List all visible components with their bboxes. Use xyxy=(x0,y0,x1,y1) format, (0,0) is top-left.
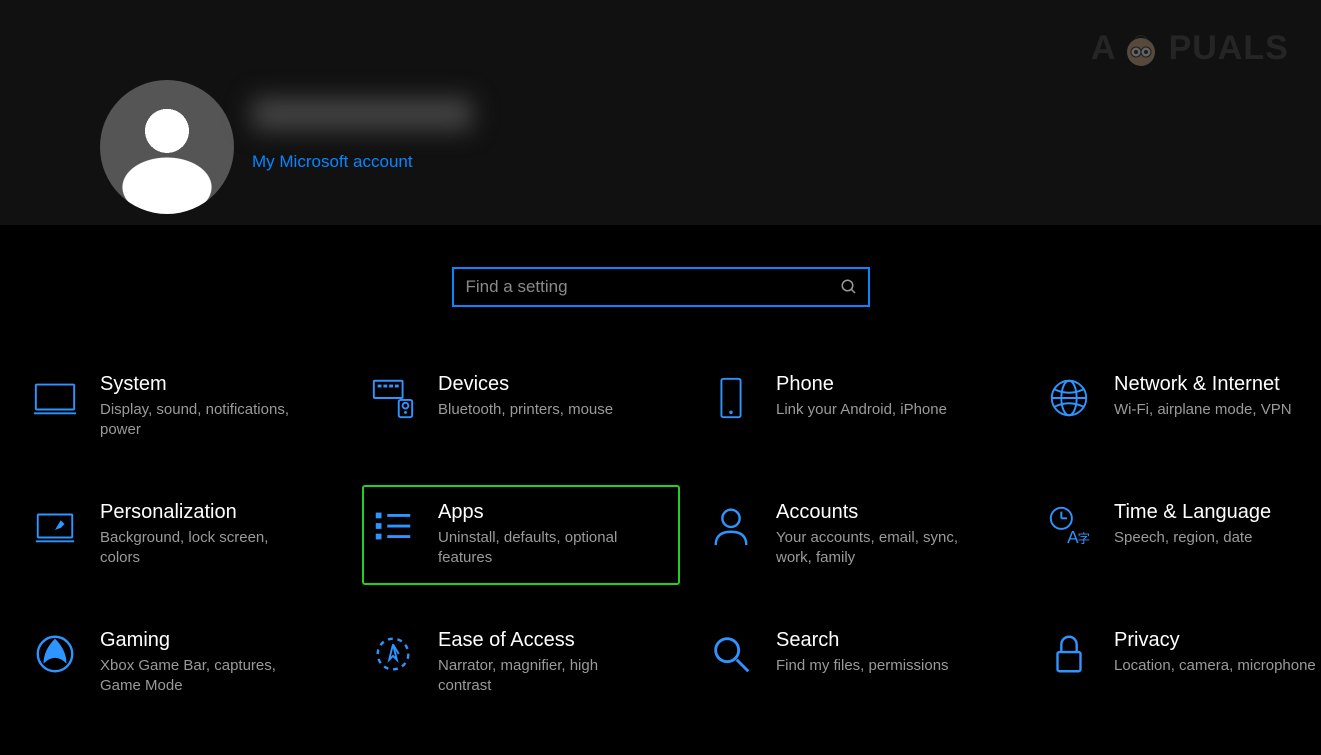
network-icon xyxy=(1046,375,1092,421)
tile-gaming[interactable]: Gaming Xbox Game Bar, captures, Game Mode xyxy=(24,613,342,713)
tile-title: System xyxy=(100,373,310,396)
tile-phone[interactable]: Phone Link your Android, iPhone xyxy=(700,357,1018,457)
search-icon xyxy=(708,631,754,677)
tile-title: Privacy xyxy=(1114,629,1316,652)
tile-system[interactable]: System Display, sound, notifications, pow… xyxy=(24,357,342,457)
search-box xyxy=(452,267,870,307)
watermark-text-a: A xyxy=(1091,29,1117,68)
tile-ease[interactable]: Ease of Access Narrator, magnifier, high … xyxy=(362,613,680,713)
gaming-icon xyxy=(32,631,78,677)
tile-text: Personalization Background, lock screen, … xyxy=(100,499,310,569)
tile-desc: Link your Android, iPhone xyxy=(776,400,947,420)
phone-icon xyxy=(708,375,754,421)
tile-text: Network & Internet Wi-Fi, airplane mode, … xyxy=(1114,371,1292,420)
tile-privacy[interactable]: Privacy Location, camera, microphone xyxy=(1038,613,1321,713)
tile-text: Ease of Access Narrator, magnifier, high … xyxy=(438,627,648,697)
tile-title: Time & Language xyxy=(1114,501,1271,524)
tile-desc: Your accounts, email, sync, work, family xyxy=(776,528,986,569)
tile-desc: Speech, region, date xyxy=(1114,528,1271,548)
tile-title: Phone xyxy=(776,373,947,396)
system-icon xyxy=(32,375,78,421)
settings-header: My Microsoft account A PUALS xyxy=(0,0,1321,225)
watermark-text-b: PUALS xyxy=(1169,29,1289,68)
tile-desc: Location, camera, microphone xyxy=(1114,656,1316,676)
tile-text: Privacy Location, camera, microphone xyxy=(1114,627,1316,676)
ease-icon xyxy=(370,631,416,677)
tile-personalization[interactable]: Personalization Background, lock screen, … xyxy=(24,485,342,585)
tile-desc: Find my files, permissions xyxy=(776,656,949,676)
tile-time[interactable]: Time & Language Speech, region, date xyxy=(1038,485,1321,585)
privacy-icon xyxy=(1046,631,1092,677)
tile-apps[interactable]: Apps Uninstall, defaults, optional featur… xyxy=(362,485,680,585)
tile-text: Gaming Xbox Game Bar, captures, Game Mode xyxy=(100,627,310,697)
personalization-icon xyxy=(32,503,78,549)
tile-search[interactable]: Search Find my files, permissions xyxy=(700,613,1018,713)
apps-icon xyxy=(370,503,416,549)
tile-desc: Xbox Game Bar, captures, Game Mode xyxy=(100,656,310,697)
tile-desc: Uninstall, defaults, optional features xyxy=(438,528,648,569)
tile-text: Devices Bluetooth, printers, mouse xyxy=(438,371,613,420)
tile-accounts[interactable]: Accounts Your accounts, email, sync, work… xyxy=(700,485,1018,585)
account-info: My Microsoft account xyxy=(252,80,472,172)
tile-title: Search xyxy=(776,629,949,652)
tile-text: System Display, sound, notifications, pow… xyxy=(100,371,310,441)
accounts-icon xyxy=(708,503,754,549)
search-row xyxy=(0,225,1321,357)
tile-title: Accounts xyxy=(776,501,986,524)
tile-title: Ease of Access xyxy=(438,629,648,652)
time-icon xyxy=(1046,503,1092,549)
tile-title: Gaming xyxy=(100,629,310,652)
microsoft-account-link[interactable]: My Microsoft account xyxy=(252,152,413,171)
tile-title: Personalization xyxy=(100,501,310,524)
tile-desc: Narrator, magnifier, high contrast xyxy=(438,656,648,697)
tile-text: Search Find my files, permissions xyxy=(776,627,949,676)
account-name-blurred xyxy=(252,98,472,130)
settings-grid: System Display, sound, notifications, pow… xyxy=(0,357,1321,713)
tile-desc: Display, sound, notifications, power xyxy=(100,400,310,441)
devices-icon xyxy=(370,375,416,421)
tile-desc: Background, lock screen, colors xyxy=(100,528,310,569)
mascot-icon xyxy=(1117,24,1165,72)
tile-text: Time & Language Speech, region, date xyxy=(1114,499,1271,548)
search-input[interactable] xyxy=(452,267,870,307)
tile-title: Apps xyxy=(438,501,648,524)
tile-title: Devices xyxy=(438,373,613,396)
tile-devices[interactable]: Devices Bluetooth, printers, mouse xyxy=(362,357,680,457)
tile-text: Apps Uninstall, defaults, optional featur… xyxy=(438,499,648,569)
tile-network[interactable]: Network & Internet Wi-Fi, airplane mode, … xyxy=(1038,357,1321,457)
tile-text: Phone Link your Android, iPhone xyxy=(776,371,947,420)
appuals-watermark: A PUALS xyxy=(1091,20,1301,76)
tile-desc: Wi-Fi, airplane mode, VPN xyxy=(1114,400,1292,420)
user-avatar[interactable] xyxy=(100,80,234,214)
tile-text: Accounts Your accounts, email, sync, work… xyxy=(776,499,986,569)
search-icon xyxy=(840,278,858,296)
tile-desc: Bluetooth, printers, mouse xyxy=(438,400,613,420)
tile-title: Network & Internet xyxy=(1114,373,1292,396)
